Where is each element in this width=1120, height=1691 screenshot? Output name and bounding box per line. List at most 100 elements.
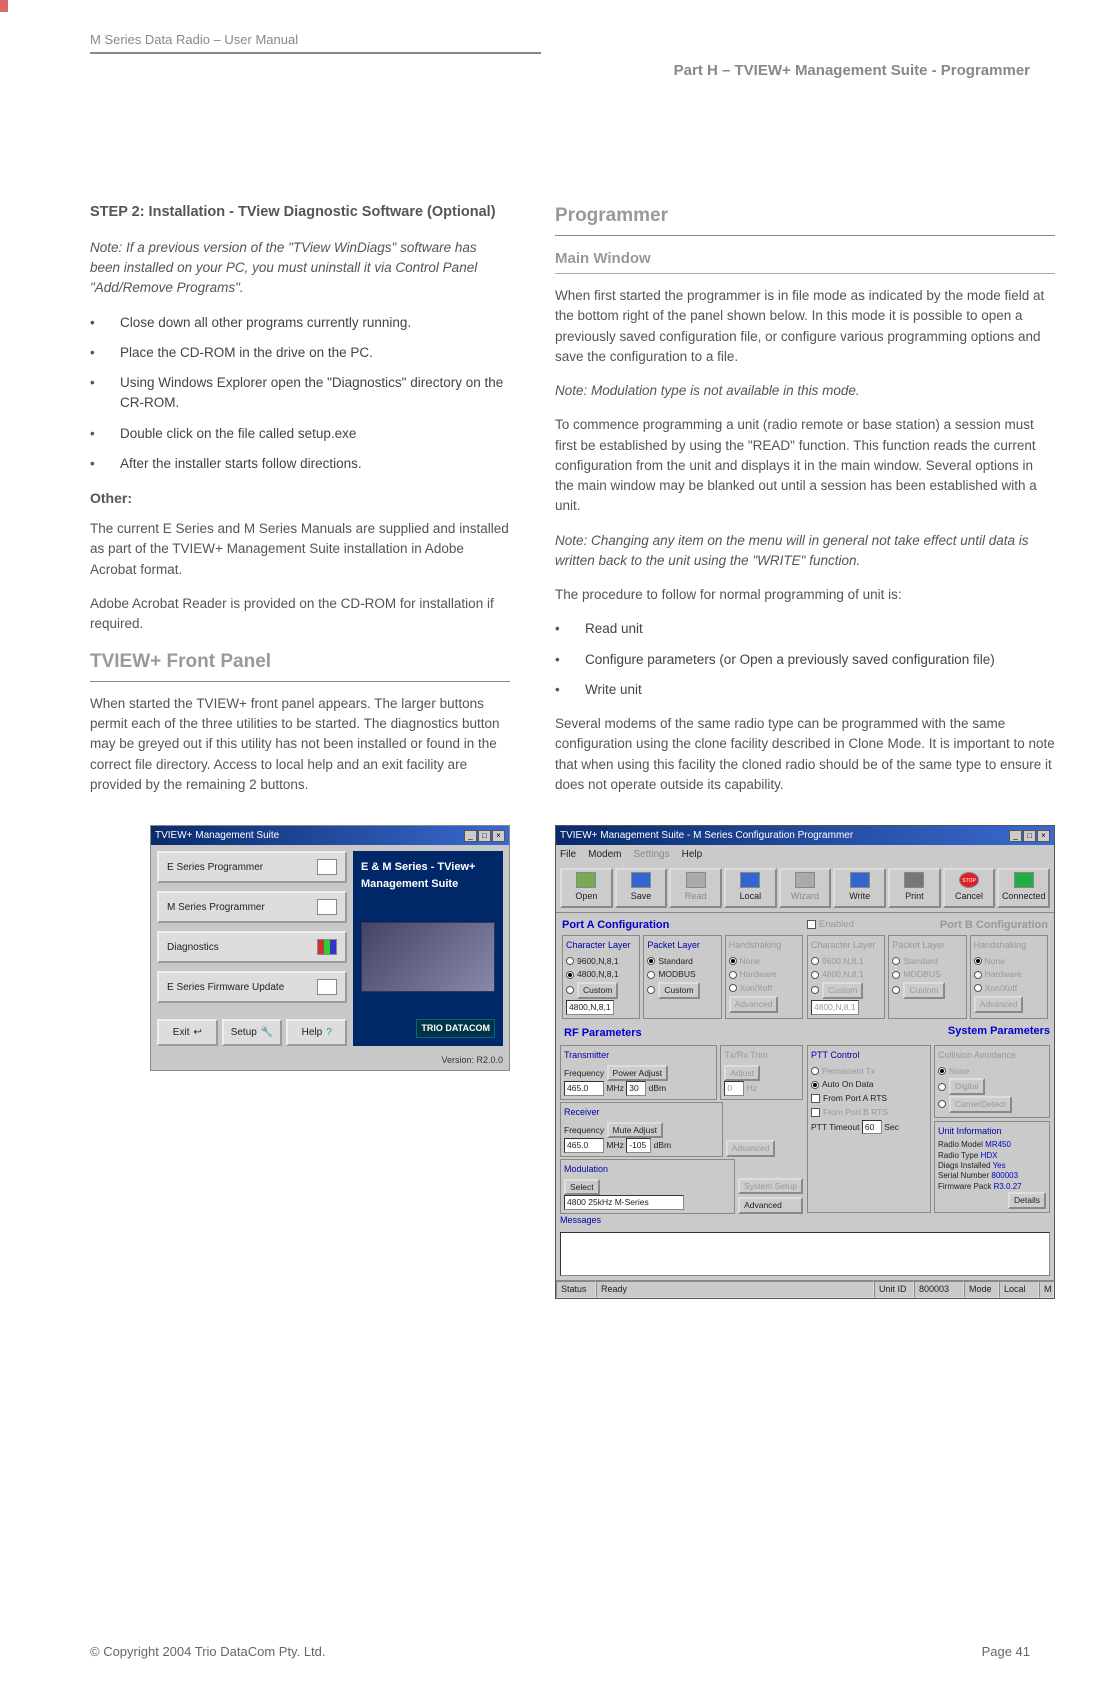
maximize-icon[interactable]: □: [478, 830, 491, 842]
power-adjust-button[interactable]: Power Adjust: [607, 1065, 669, 1082]
write-button[interactable]: Write: [833, 868, 886, 908]
bullet: Read unit: [585, 619, 643, 639]
step2-note: Note: If a previous version of the "TVie…: [90, 238, 510, 299]
wizard-button: Wizard: [779, 868, 832, 908]
help-button[interactable]: Help?: [286, 1019, 347, 1046]
programmer-icon: [317, 899, 337, 915]
setup-button[interactable]: Setup🔧: [222, 1019, 283, 1046]
print-button[interactable]: Print: [888, 868, 941, 908]
port-a-title: Port A Configuration: [562, 917, 803, 934]
diagnostics-button[interactable]: Diagnostics: [157, 931, 347, 963]
radio-icon: [974, 984, 982, 992]
close-icon[interactable]: ×: [492, 830, 505, 842]
connected-button[interactable]: Connected: [997, 868, 1050, 908]
collision-avoidance-group: Collision Avoidance None Digital Carrier…: [934, 1045, 1050, 1118]
modulation-group: Modulation Select 4800 25kHz M-Series: [560, 1159, 735, 1214]
wrench-icon: 🔧: [261, 1025, 273, 1040]
radio-icon[interactable]: [647, 986, 655, 994]
mw-p3: The procedure to follow for normal progr…: [555, 585, 1055, 605]
bullet: After the installer starts follow direct…: [120, 454, 362, 474]
details-button[interactable]: Details: [1008, 1192, 1046, 1209]
system-setup-button: System Setup: [738, 1178, 803, 1195]
bullet: Close down all other programs currently …: [120, 313, 411, 333]
local-button[interactable]: Local: [724, 868, 777, 908]
char-layer-group: Character Layer 9600,N,8,1 4800,N,8,1 Cu…: [562, 935, 640, 1019]
menu-file[interactable]: File: [560, 847, 576, 862]
radio-icon: [938, 1083, 946, 1091]
read-button: Read: [669, 868, 722, 908]
menu-modem[interactable]: Modem: [588, 847, 621, 862]
window-title: TVIEW+ Management Suite - M Series Confi…: [560, 828, 853, 843]
save-icon: [631, 872, 651, 888]
tx-freq-input[interactable]: 465.0: [564, 1081, 604, 1096]
firmware-update-button[interactable]: E Series Firmware Update: [157, 971, 347, 1003]
unitid-label: Unit ID: [874, 1281, 914, 1299]
select-button[interactable]: Select: [564, 1179, 600, 1196]
menu-help[interactable]: Help: [682, 847, 703, 862]
front-panel-para: When started the TVIEW+ front panel appe…: [90, 694, 510, 795]
radio-icon: [938, 1100, 946, 1108]
screenshot-management-suite: TVIEW+ Management Suite _ □ × E Series P…: [150, 825, 510, 1071]
menu-settings: Settings: [633, 847, 669, 862]
mode-value: Local: [999, 1281, 1039, 1299]
page-accent: [0, 0, 8, 12]
exit-button[interactable]: Exit↩: [157, 1019, 218, 1046]
packet-layer-group: Packet Layer Standard MODBUS Custom: [888, 935, 966, 1019]
radio-icon[interactable]: [647, 971, 655, 979]
custom-button[interactable]: Custom: [658, 982, 699, 999]
bullet: Using Windows Explorer open the "Diagnos…: [120, 373, 510, 414]
titlebar: TVIEW+ Management Suite - M Series Confi…: [556, 826, 1054, 845]
right-column: Programmer Main Window When first starte…: [555, 202, 1055, 1299]
maximize-icon[interactable]: □: [1023, 830, 1036, 842]
modulation-input[interactable]: 4800 25kHz M-Series: [564, 1195, 684, 1210]
rx-mute-input[interactable]: -105: [626, 1138, 651, 1153]
doc-header-right: Part H – TVIEW+ Management Suite - Progr…: [90, 60, 1030, 83]
unitid-value: 800003: [914, 1281, 964, 1299]
bullet: Write unit: [585, 680, 642, 700]
doc-header-left: M Series Data Radio – User Manual: [90, 30, 541, 54]
save-button[interactable]: Save: [615, 868, 668, 908]
status-label: Status: [556, 1281, 596, 1299]
radio-icon: [811, 1067, 819, 1075]
radio-icon[interactable]: [566, 971, 574, 979]
m-series-programmer-button[interactable]: M Series Programmer: [157, 891, 347, 923]
page-number: Page 41: [982, 1642, 1030, 1662]
radio-icon[interactable]: [566, 957, 574, 965]
unit-info-row: Firmware Pack R3.0.27: [938, 1182, 1046, 1192]
mw-p2: To commence programming a unit (radio re…: [555, 415, 1055, 516]
open-icon: [576, 872, 596, 888]
advanced-button: Advanced: [726, 1140, 776, 1157]
messages-label: Messages: [556, 1214, 1054, 1228]
step2-bullets: •Close down all other programs currently…: [90, 313, 510, 475]
radio-icon[interactable]: [811, 1081, 819, 1089]
open-button[interactable]: Open: [560, 868, 613, 908]
close-icon[interactable]: ×: [1037, 830, 1050, 842]
other-p2: Adobe Acrobat Reader is provided on the …: [90, 594, 510, 635]
tx-power-input[interactable]: 30: [626, 1081, 646, 1096]
cancel-button[interactable]: STOPCancel: [943, 868, 996, 908]
e-series-programmer-button[interactable]: E Series Programmer: [157, 851, 347, 883]
mute-adjust-button[interactable]: Mute Adjust: [607, 1122, 663, 1139]
minimize-icon[interactable]: _: [1009, 830, 1022, 842]
bullet: Configure parameters (or Open a previous…: [585, 650, 995, 670]
port-b-section: Enabled Port B Configuration Character L…: [805, 915, 1050, 1021]
mw-p1: When first started the programmer is in …: [555, 286, 1055, 367]
radio-icon: [892, 986, 900, 994]
other-heading: Other:: [90, 488, 510, 509]
firmware-icon: [317, 979, 337, 995]
help-icon: ?: [326, 1025, 332, 1040]
rx-freq-input[interactable]: 465.0: [564, 1138, 604, 1153]
adjust-button: Adjust: [724, 1065, 760, 1082]
radio-icon[interactable]: [566, 986, 574, 994]
checkbox-icon[interactable]: [811, 1094, 820, 1103]
advanced-button[interactable]: Advanced: [738, 1197, 803, 1214]
minimize-icon[interactable]: _: [464, 830, 477, 842]
product-image: [361, 922, 495, 992]
mw-p4: Several modems of the same radio type ca…: [555, 714, 1055, 795]
mode-label: Mode: [964, 1281, 999, 1299]
custom-button[interactable]: Custom: [577, 982, 618, 999]
char-custom-input[interactable]: 4800,N,8,1: [566, 1000, 614, 1015]
ptt-timeout-input[interactable]: 60: [862, 1120, 882, 1135]
radio-icon[interactable]: [647, 957, 655, 965]
connected-icon: [1014, 872, 1034, 888]
